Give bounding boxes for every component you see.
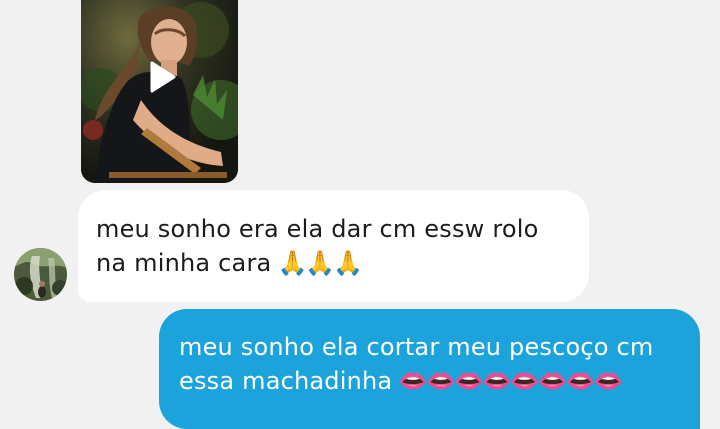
message-text-line-2: na minha cara 🙏🙏🙏	[96, 246, 571, 280]
avatar[interactable]	[14, 248, 67, 301]
message-text-line-2: essa machadinha 👄👄👄👄👄👄👄👄	[179, 364, 680, 398]
prayer-hands-emoji: 🙏🙏🙏	[277, 249, 363, 277]
message-text-line-1: meu sonho era ela dar cm essw rolo	[96, 215, 539, 243]
lips-emoji: 👄👄👄👄👄👄👄👄	[398, 367, 623, 395]
received-message-bubble[interactable]: meu sonho era ela dar cm essw rolo na mi…	[78, 190, 589, 302]
message-text: na minha cara	[96, 249, 272, 277]
video-thumbnail[interactable]	[81, 0, 238, 183]
avatar-image	[14, 248, 67, 301]
message-text-line-1: meu sonho ela cortar meu pescoço cm	[179, 333, 654, 361]
sent-message-bubble[interactable]: meu sonho ela cortar meu pescoço cm essa…	[159, 309, 700, 429]
message-text: essa machadinha	[179, 367, 393, 395]
play-icon[interactable]	[140, 57, 180, 97]
